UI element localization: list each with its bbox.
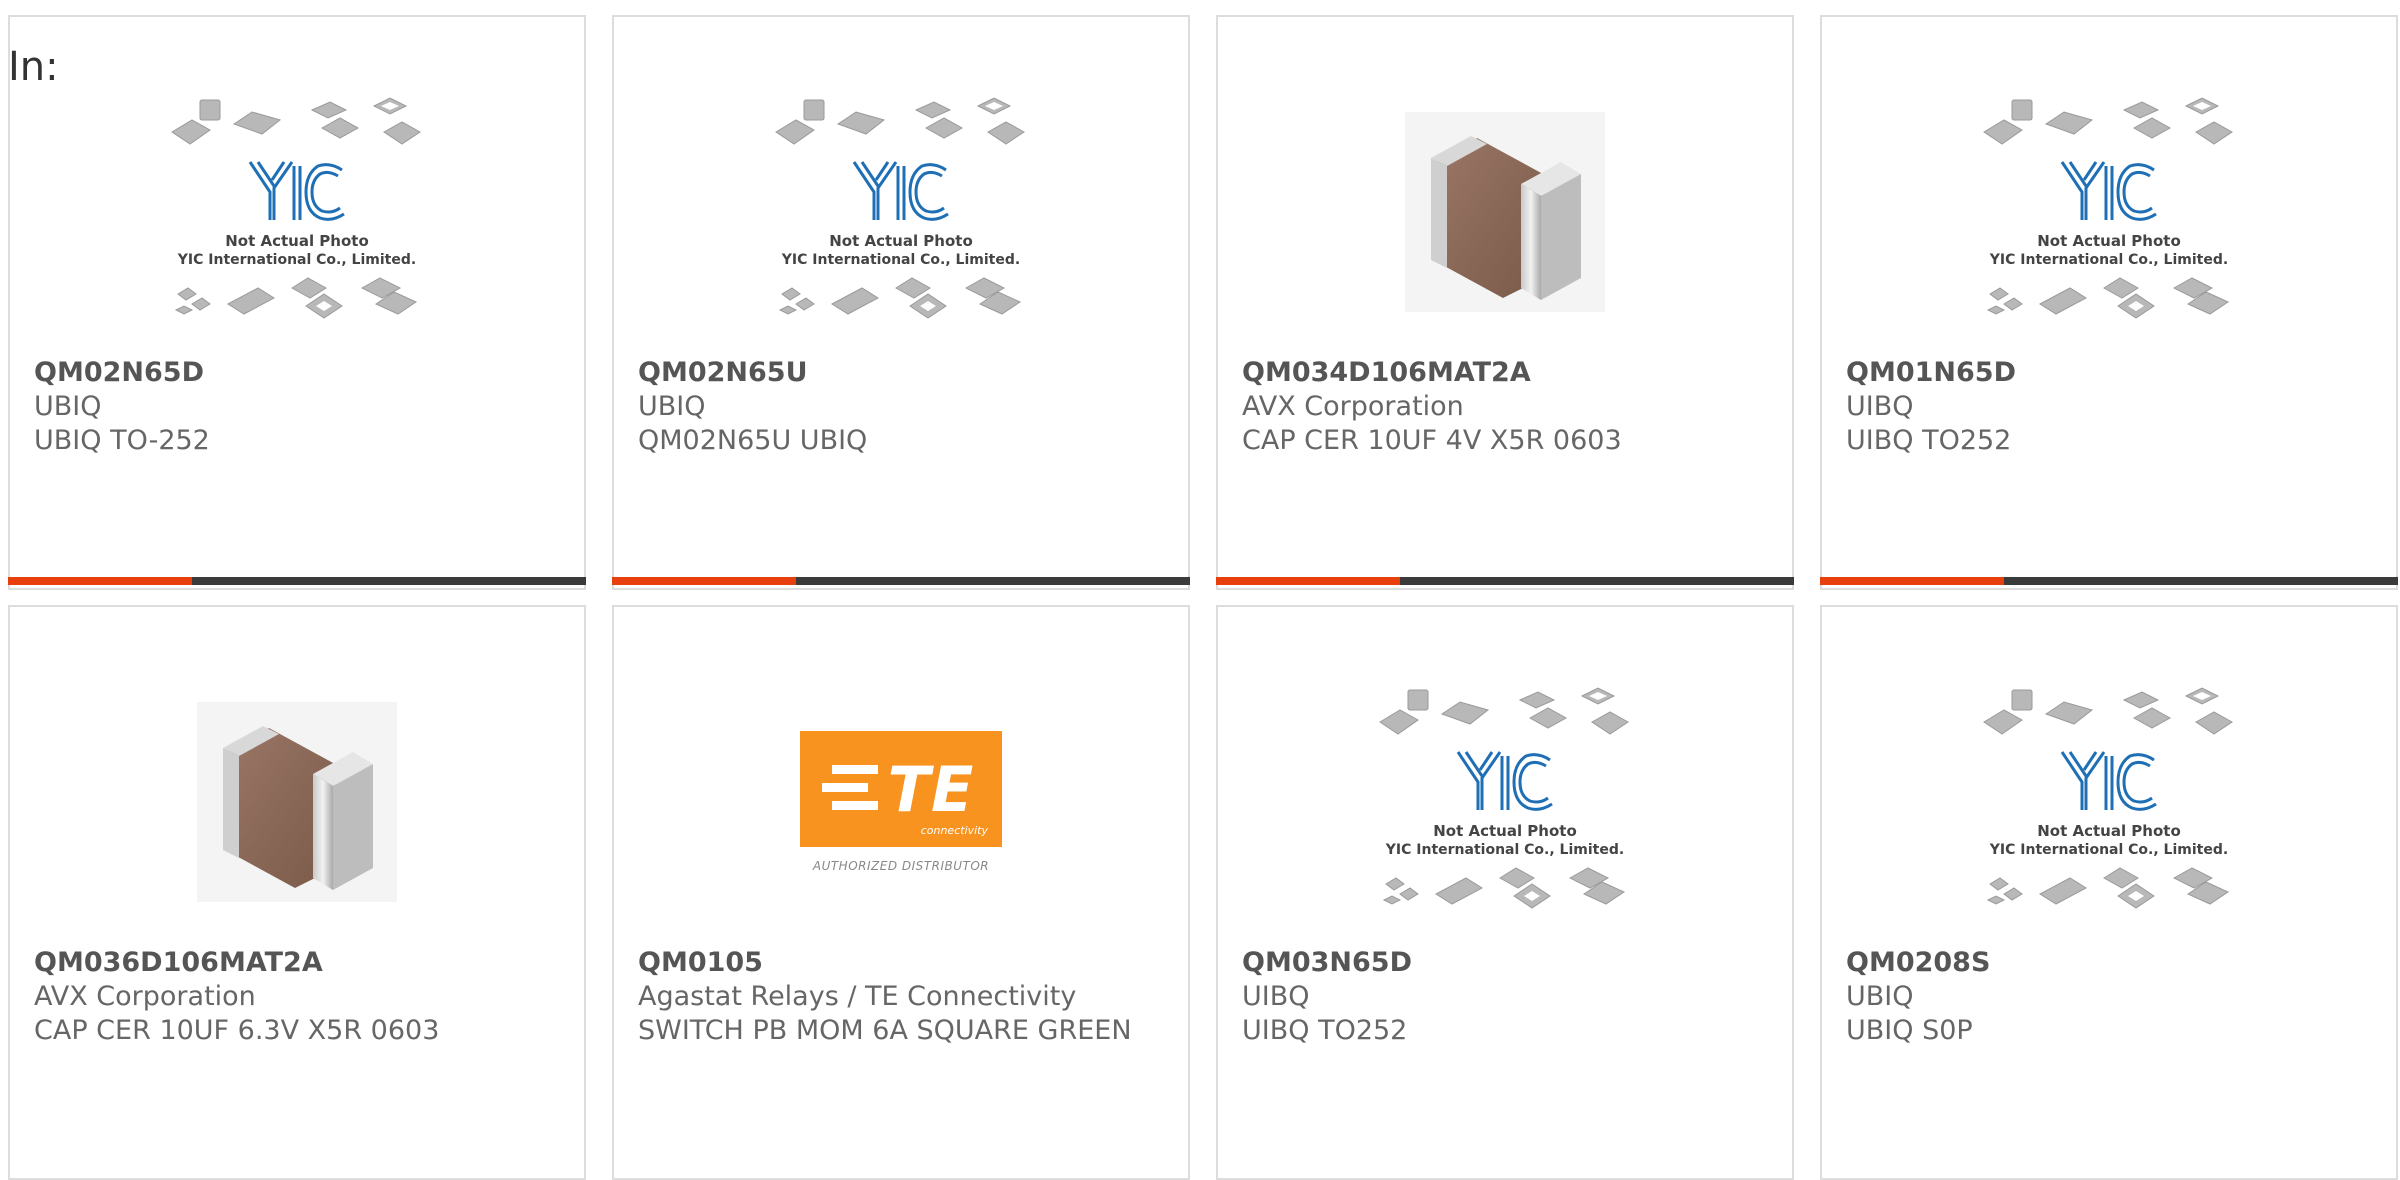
yic-logo-icon xyxy=(2060,161,2157,221)
description: SWITCH PB MOM 6A SQUARE GREEN xyxy=(638,1015,1132,1046)
manufacturer: UBIQ xyxy=(34,391,102,422)
product-card[interactable]: Not Actual Photo YIC International Co., … xyxy=(1216,605,1794,1180)
part-number[interactable]: QM036D106MAT2A xyxy=(34,946,560,980)
product-info: QM036D106MAT2A AVX Corporation CAP CER 10U… xyxy=(34,946,560,1048)
product-image[interactable] xyxy=(1218,67,1792,357)
yic-logo-icon xyxy=(248,161,345,221)
part-number[interactable]: QM0105 xyxy=(638,946,1164,980)
placeholder-line1: Not Actual Photo xyxy=(829,232,973,250)
product-info: QM0105 Agastat Relays / TE Connectivity SW… xyxy=(638,946,1164,1048)
description: UIBQ TO252 xyxy=(1242,1015,1408,1046)
card-bar-accent xyxy=(612,577,796,585)
product-info: QM02N65U UBIQ QM02N65U UBIQ xyxy=(638,356,1164,458)
manufacturer: Agastat Relays / TE Connectivity xyxy=(638,981,1077,1012)
card-bottom-bar xyxy=(1216,577,1794,585)
description: QM02N65U UBIQ xyxy=(638,425,868,456)
placeholder-image: Not Actual Photo YIC International Co., … xyxy=(1379,687,1629,909)
te-brand: TE xyxy=(887,752,975,826)
product-image[interactable]: TE connectivity AUTHORIZED DISTRIBUTOR xyxy=(614,657,1188,947)
product-image[interactable]: Not Actual Photo YIC International Co., … xyxy=(1822,657,2396,947)
part-number[interactable]: QM02N65D xyxy=(34,356,560,390)
placeholder-image: Not Actual Photo YIC International Co., … xyxy=(1983,97,2233,319)
te-sub: connectivity xyxy=(920,824,988,837)
placeholder-line2: YIC International Co., Limited. xyxy=(1989,842,2228,858)
yic-logo-icon xyxy=(1456,751,1553,811)
yic-logo-icon xyxy=(2060,751,2157,811)
card-bottom-bar xyxy=(1820,577,2398,585)
placeholder-line2: YIC International Co., Limited. xyxy=(781,252,1020,268)
placeholder-image: Not Actual Photo YIC International Co., … xyxy=(775,97,1025,319)
placeholder-line1: Not Actual Photo xyxy=(2037,822,2181,840)
product-image[interactable]: Not Actual Photo YIC International Co., … xyxy=(614,67,1188,357)
placeholder-image: Not Actual Photo YIC International Co., … xyxy=(171,97,421,319)
product-info: QM03N65D UIBQ UIBQ TO252 xyxy=(1242,946,1768,1048)
product-card[interactable]: Not Actual Photo YIC International Co., … xyxy=(612,15,1190,590)
product-image[interactable]: Not Actual Photo YIC International Co., … xyxy=(1218,657,1792,947)
te-stripes-icon xyxy=(822,765,878,810)
description: UIBQ TO252 xyxy=(1846,425,2012,456)
product-image[interactable]: Not Actual Photo YIC International Co., … xyxy=(1822,67,2396,357)
te-authorized: AUTHORIZED DISTRIBUTOR xyxy=(812,859,990,873)
description: CAP CER 10UF 4V X5R 0603 xyxy=(1242,425,1622,456)
part-number[interactable]: QM03N65D xyxy=(1242,946,1768,980)
product-info: QM0208S UBIQ UBIQ S0P xyxy=(1846,946,2372,1048)
product-card[interactable]: Not Actual Photo YIC International Co., … xyxy=(1820,605,2398,1180)
placeholder-line1: Not Actual Photo xyxy=(1433,822,1577,840)
card-bottom-bar xyxy=(8,577,586,585)
placeholder-image: Not Actual Photo YIC International Co., … xyxy=(1983,687,2233,909)
product-card[interactable]: QM036D106MAT2A AVX Corporation CAP CER 10U… xyxy=(8,605,586,1180)
placeholder-line1: Not Actual Photo xyxy=(225,232,369,250)
product-image[interactable] xyxy=(10,657,584,947)
card-bar-accent xyxy=(8,577,192,585)
manufacturer: UIBQ xyxy=(1242,981,1310,1012)
placeholder-line2: YIC International Co., Limited. xyxy=(1989,252,2228,268)
product-card[interactable]: Not Actual Photo YIC International Co., … xyxy=(8,15,586,590)
product-info: QM02N65D UBIQ UBIQ TO-252 xyxy=(34,356,560,458)
capacitor-image xyxy=(197,702,397,902)
part-number[interactable]: QM034D106MAT2A xyxy=(1242,356,1768,390)
description: CAP CER 10UF 6.3V X5R 0603 xyxy=(34,1015,440,1046)
part-number[interactable]: QM02N65U xyxy=(638,356,1164,390)
product-card[interactable]: QM034D106MAT2A AVX Corporation CAP CER 10U… xyxy=(1216,15,1794,590)
manufacturer: UIBQ xyxy=(1846,391,1914,422)
in-label: In: xyxy=(8,44,59,90)
product-image[interactable]: Not Actual Photo YIC International Co., … xyxy=(10,67,584,357)
card-bar-accent xyxy=(1216,577,1400,585)
manufacturer: UBIQ xyxy=(638,391,706,422)
product-info: QM034D106MAT2A AVX Corporation CAP CER 10U… xyxy=(1242,356,1768,458)
manufacturer: UBIQ xyxy=(1846,981,1914,1012)
card-bottom-bar xyxy=(612,577,1190,585)
product-info: QM01N65D UIBQ UIBQ TO252 xyxy=(1846,356,2372,458)
manufacturer: AVX Corporation xyxy=(34,981,256,1012)
placeholder-line2: YIC International Co., Limited. xyxy=(1385,842,1624,858)
part-number[interactable]: QM01N65D xyxy=(1846,356,2372,390)
placeholder-line2: YIC International Co., Limited. xyxy=(177,252,416,268)
description: UBIQ TO-252 xyxy=(34,425,210,456)
manufacturer: AVX Corporation xyxy=(1242,391,1464,422)
part-number[interactable]: QM0208S xyxy=(1846,946,2372,980)
card-bar-accent xyxy=(1820,577,2004,585)
description: UBIQ S0P xyxy=(1846,1015,1973,1046)
product-card[interactable]: TE connectivity AUTHORIZED DISTRIBUTOR Q… xyxy=(612,605,1190,1180)
product-card[interactable]: Not Actual Photo YIC International Co., … xyxy=(1820,15,2398,590)
yic-logo-icon xyxy=(852,161,949,221)
capacitor-image xyxy=(1405,112,1605,312)
te-connectivity-logo: TE connectivity AUTHORIZED DISTRIBUTOR xyxy=(796,731,1006,873)
placeholder-line1: Not Actual Photo xyxy=(2037,232,2181,250)
